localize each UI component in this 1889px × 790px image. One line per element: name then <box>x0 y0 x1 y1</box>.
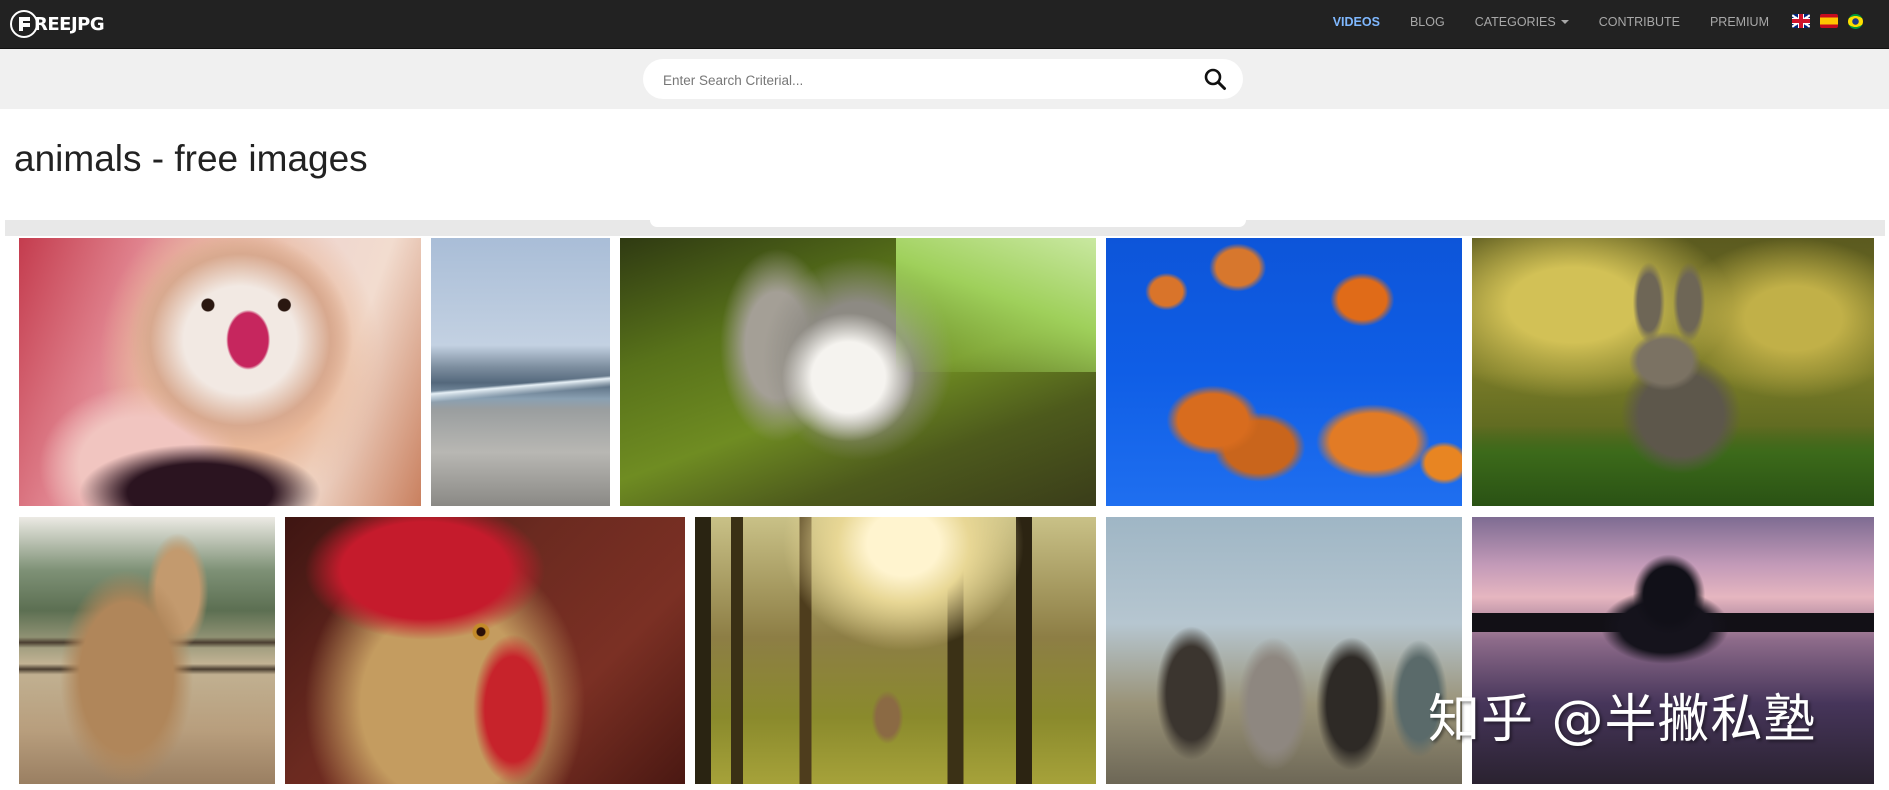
nav-categories[interactable]: CATEGORIES <box>1475 15 1569 29</box>
search-icon[interactable] <box>1203 67 1227 91</box>
thumbnail-gauchos-on-horses[interactable] <box>1106 517 1462 784</box>
watermark-text: 知乎 @半撇私塾 <box>1428 690 1817 750</box>
logo-text: REEJPG <box>34 13 105 35</box>
thumbnail-rooster[interactable] <box>285 517 685 784</box>
title-divider <box>5 220 1885 236</box>
language-selector <box>1792 14 1863 29</box>
uk-flag-icon[interactable] <box>1792 14 1810 28</box>
nav-videos[interactable]: VIDEOS <box>1333 15 1380 29</box>
search-band <box>0 49 1889 109</box>
thumbnail-horse[interactable] <box>19 517 275 784</box>
thumbnail-yorkshire-terrier[interactable] <box>19 238 421 506</box>
nav-contribute[interactable]: CONTRIBUTE <box>1599 15 1680 29</box>
search-box <box>643 59 1243 101</box>
nav-categories-label: CATEGORIES <box>1474 15 1556 29</box>
top-navbar: REEJPG VIDEOS BLOG CATEGORIES CONTRIBUTE… <box>0 0 1889 49</box>
spain-flag-icon[interactable] <box>1820 14 1838 28</box>
page-title: animals - free images <box>14 138 368 179</box>
thumbnail-jellyfish[interactable] <box>1106 238 1462 506</box>
nav-premium[interactable]: PREMIUM <box>1710 15 1769 29</box>
logo-f-icon <box>10 10 38 38</box>
main-nav: VIDEOS BLOG CATEGORIES CONTRIBUTE PREMIU… <box>1333 0 1769 44</box>
nav-blog[interactable]: BLOG <box>1410 15 1445 29</box>
thumbnail-rabbit[interactable] <box>1472 238 1874 506</box>
thumbnail-forest-sunlight[interactable] <box>695 517 1096 784</box>
thumbnail-beach-shoreline[interactable] <box>431 238 610 506</box>
thumbnail-squirrel[interactable] <box>620 238 1096 506</box>
site-logo[interactable]: REEJPG <box>10 7 105 41</box>
brazil-flag-icon[interactable] <box>1848 14 1863 29</box>
caret-down-icon <box>1560 20 1569 24</box>
search-input[interactable] <box>661 59 1185 101</box>
